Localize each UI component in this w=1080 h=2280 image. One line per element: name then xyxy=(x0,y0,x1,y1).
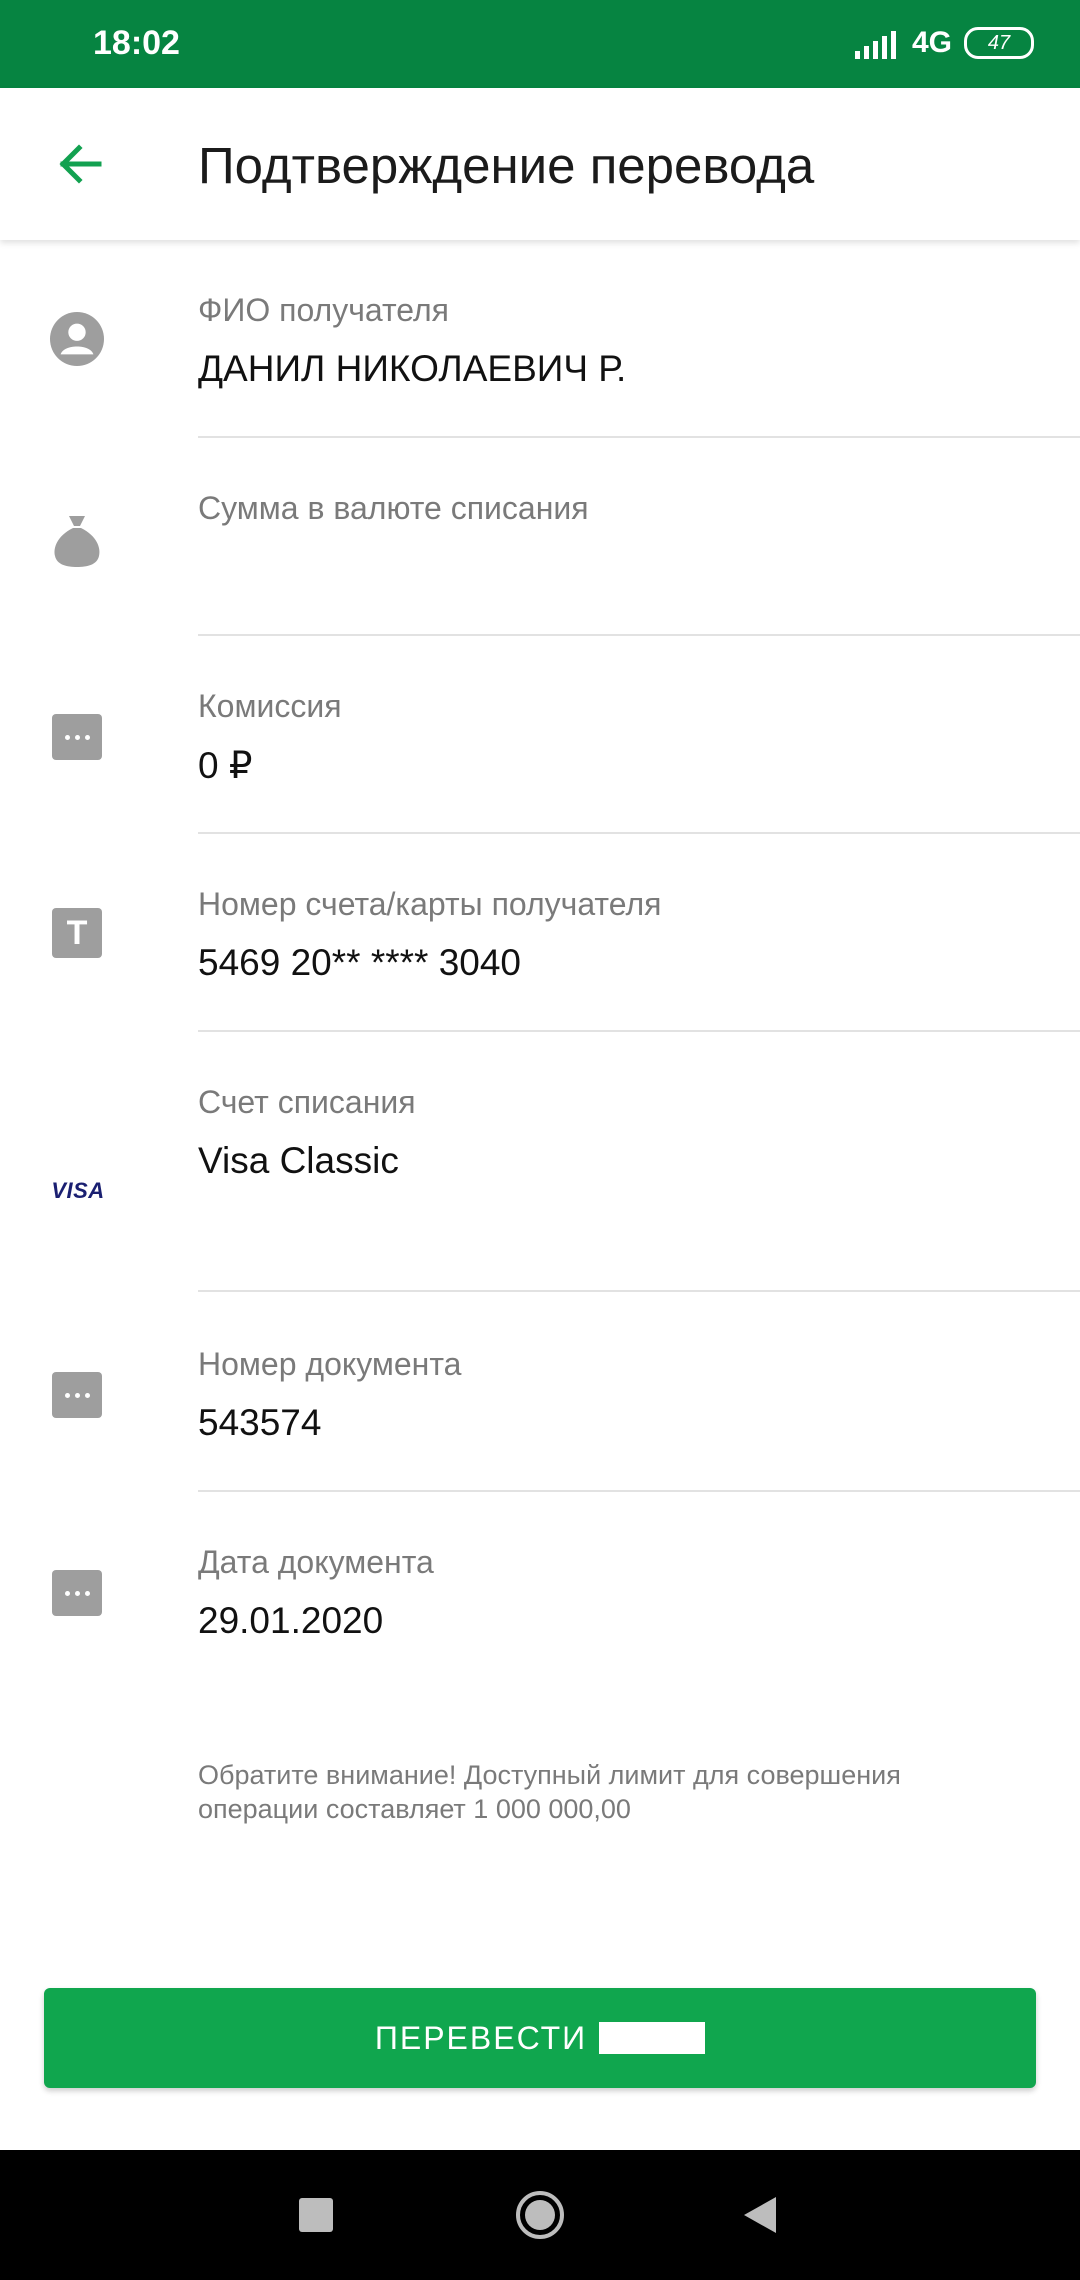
field-label: Сумма в валюте списания xyxy=(198,490,589,526)
field-debit-account: VISA Счет списания Visa Classic xyxy=(0,1032,1080,1294)
field-label: Дата документа xyxy=(198,1544,434,1580)
visa-icon: VISA xyxy=(51,1178,105,1203)
status-indicators: 4G 47 xyxy=(854,26,1034,60)
field-label: Номер документа xyxy=(198,1346,462,1382)
battery-level: 47 xyxy=(987,31,1011,54)
field-value: 5469 20** **** 3040 xyxy=(198,942,522,983)
transfer-button-label: ПЕРЕВЕСТИ xyxy=(374,2019,588,2056)
more-icon xyxy=(50,1368,104,1422)
home-button[interactable] xyxy=(490,2150,590,2280)
field-recipient-name: ФИО получателя ДАНИЛ НИКОЛАЕВИЧ Р. xyxy=(0,240,1080,438)
field-value: 0 ₽ xyxy=(198,745,253,786)
network-type: 4G xyxy=(911,26,952,59)
field-recipient-card: T Номер счета/карты получателя 5469 20**… xyxy=(0,834,1080,1032)
field-label: ФИО получателя xyxy=(198,292,449,328)
triangle-back-icon xyxy=(744,2197,776,2233)
field-value: 29.01.2020 xyxy=(198,1600,384,1641)
app-bar: Подтверждение перевода xyxy=(0,88,1080,240)
navigation-bar xyxy=(0,2150,1080,2280)
back-button[interactable] xyxy=(40,124,120,204)
person-icon xyxy=(50,312,104,366)
recents-button[interactable] xyxy=(266,2150,366,2280)
divider xyxy=(198,1290,1080,1292)
limit-notice: Обратите внимание! Доступный лимит для с… xyxy=(198,1760,901,1824)
signal-icon xyxy=(854,27,896,59)
back-arrow-icon xyxy=(59,144,102,184)
status-bar: 18:02 4G 47 xyxy=(0,0,1080,88)
money-bag-icon xyxy=(50,513,104,567)
field-value: ДАНИЛ НИКОЛАЕВИЧ Р. xyxy=(198,348,627,389)
card-t-icon: T xyxy=(50,906,104,960)
status-time: 18:02 xyxy=(93,24,180,62)
back-nav-button[interactable] xyxy=(710,2150,810,2280)
field-label: Номер счета/карты получателя xyxy=(198,886,662,922)
field-amount: Сумма в валюте списания xyxy=(0,438,1080,636)
field-commission: Комиссия 0 ₽ xyxy=(0,636,1080,834)
field-value: Visa Classic xyxy=(198,1140,399,1181)
more-icon xyxy=(50,710,104,764)
field-label: Комиссия xyxy=(198,688,342,724)
redaction-block xyxy=(599,2022,706,2054)
field-document-date: Дата документа 29.01.2020 xyxy=(0,1492,1080,1690)
more-icon xyxy=(50,1566,104,1620)
field-document-number: Номер документа 543574 xyxy=(0,1294,1080,1492)
field-value: 543574 xyxy=(198,1402,322,1443)
square-icon xyxy=(299,2198,333,2232)
circle-icon xyxy=(516,2191,564,2239)
page-title: Подтверждение перевода xyxy=(198,137,815,194)
field-label: Счет списания xyxy=(198,1084,416,1120)
battery-icon: 47 xyxy=(964,27,1034,59)
transfer-button[interactable]: ПЕРЕВЕСТИ xyxy=(44,1988,1036,2088)
